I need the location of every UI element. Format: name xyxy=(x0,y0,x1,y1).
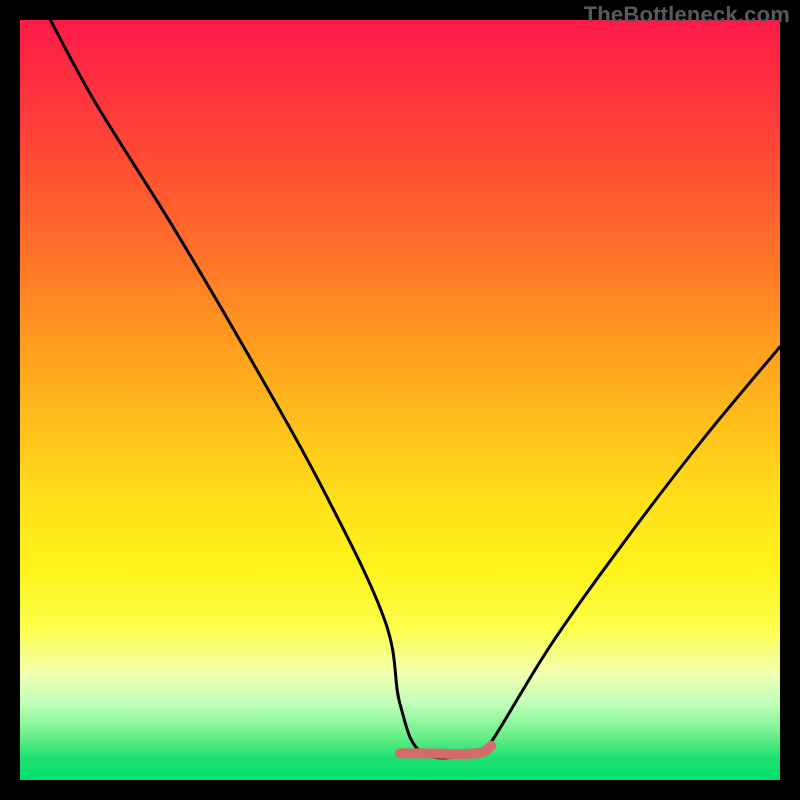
bottleneck-curve-path xyxy=(50,20,780,758)
watermark-text: TheBottleneck.com xyxy=(584,2,790,28)
curve-layer xyxy=(20,20,780,780)
flat-bottom-highlight-path xyxy=(400,746,491,754)
chart-frame: TheBottleneck.com xyxy=(0,0,800,800)
plot-area xyxy=(20,20,780,780)
